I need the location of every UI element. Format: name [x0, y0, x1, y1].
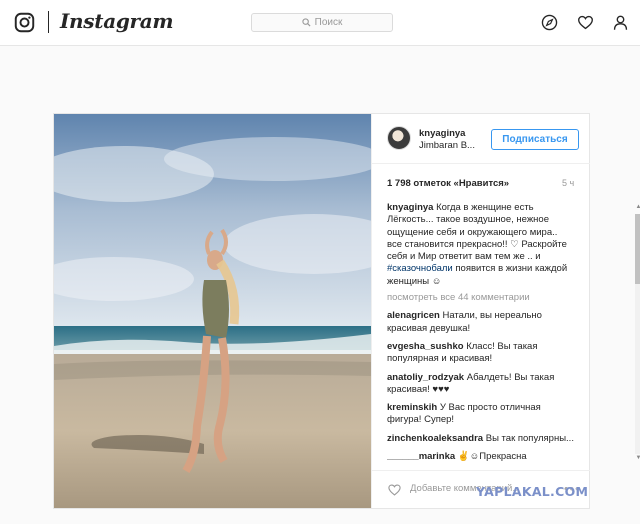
post-caption: knyaginya Когда в женщине есть Лёгкость.… [387, 202, 575, 288]
view-all-comments-link[interactable]: посмотреть все 44 комментарии [387, 292, 575, 304]
comment-item: zinchenkoaleksandra Вы так популярны... [387, 433, 575, 445]
instagram-wordmark[interactable]: Instagram [60, 9, 174, 33]
search-icon [302, 18, 311, 27]
comment-item: alenagricen Натали, вы нереально красива… [387, 310, 575, 335]
heart-icon[interactable] [577, 14, 594, 31]
search-placeholder: Поиск [314, 17, 343, 28]
search-input[interactable]: Поиск [251, 13, 393, 32]
comment-text: ✌☺Прекрасна [457, 451, 527, 463]
post-location[interactable]: Jimbaran B... [419, 140, 475, 151]
avatar[interactable] [387, 126, 411, 150]
post-time[interactable]: 5 ч [562, 178, 574, 188]
instagram-logo-icon[interactable] [14, 12, 35, 33]
follow-button[interactable]: Подписаться [491, 129, 579, 150]
profile-icon[interactable] [612, 14, 629, 31]
comment-item: evgesha_sushko Класс! Вы такая популярна… [387, 341, 575, 366]
likes-count[interactable]: 1 798 отметок «Нравится» [387, 178, 509, 189]
top-nav: Instagram Поиск [0, 0, 640, 46]
comment-text: Вы так популярны... [485, 432, 574, 444]
scroll-up-arrow-icon[interactable]: ▲ [635, 203, 640, 212]
caption-username[interactable]: knyaginya [387, 202, 433, 213]
comment-username[interactable]: anatoliy_rodzyak [387, 372, 464, 383]
comments-scrollbar-thumb[interactable] [635, 214, 640, 284]
comment-item: kreminskih У Вас просто отличная фигура!… [387, 402, 575, 427]
caption-hashtag[interactable]: #сказочнобали [387, 263, 453, 274]
post-photo[interactable] [54, 114, 371, 508]
compass-icon[interactable] [541, 14, 558, 31]
post-sidebar: knyaginya Jimbaran B... Подписаться 1 79… [371, 114, 640, 508]
post-header: knyaginya Jimbaran B... Подписаться [372, 114, 590, 164]
comment-username[interactable]: alenagricen [387, 310, 440, 321]
watermark: YAPLAKAL.COM [476, 484, 589, 499]
nav-divider [48, 11, 49, 33]
comment-username[interactable]: kreminskih [387, 402, 437, 413]
comment-username[interactable]: evgesha_sushko [387, 341, 464, 352]
comments-list: knyaginya Когда в женщине есть Лёгкость.… [387, 202, 575, 464]
post-username[interactable]: knyaginya [419, 128, 465, 139]
comment-username[interactable]: zinchenkoaleksandra [387, 433, 483, 444]
post-card: knyaginya Jimbaran B... Подписаться 1 79… [53, 113, 640, 509]
comment-username[interactable]: ______marinka [387, 451, 455, 462]
like-heart-icon[interactable] [387, 483, 402, 497]
comment-item: ______marinka ✌☺Прекрасна [387, 451, 575, 463]
comment-item: anatoliy_rodzyak Абалдеть! Вы такая крас… [387, 372, 575, 397]
scroll-down-arrow-icon[interactable]: ▼ [635, 454, 640, 463]
